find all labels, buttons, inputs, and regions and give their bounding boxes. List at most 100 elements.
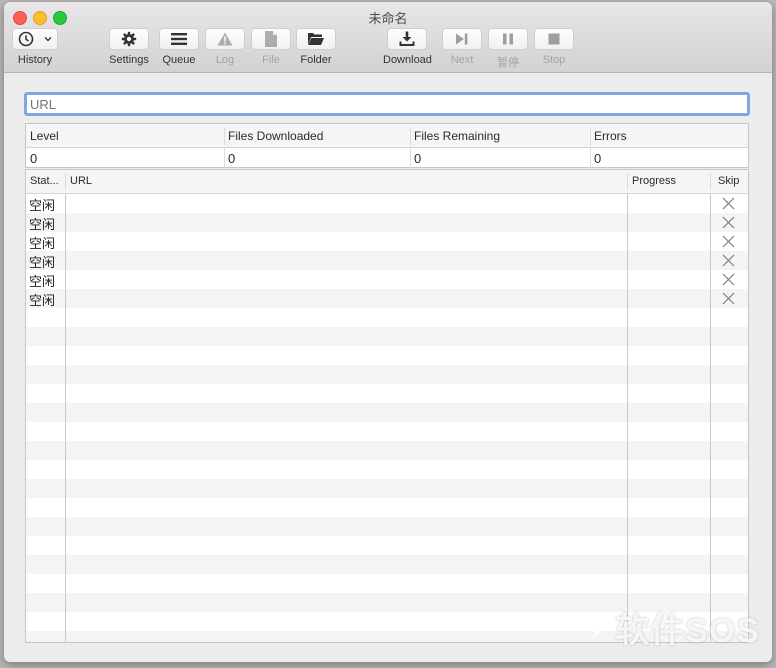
status-cell: 空闲 bbox=[29, 255, 56, 270]
stop-button[interactable] bbox=[534, 28, 574, 50]
folder-button[interactable] bbox=[296, 28, 336, 50]
empty-row bbox=[26, 327, 748, 346]
status-cell: 空闲 bbox=[29, 293, 56, 308]
log-label: Log bbox=[215, 54, 235, 66]
file-label: File bbox=[262, 54, 280, 66]
download-icon bbox=[399, 31, 415, 46]
skip-close-icon[interactable] bbox=[722, 197, 735, 210]
column-divider bbox=[224, 148, 225, 168]
empty-row bbox=[26, 346, 748, 365]
empty-row bbox=[26, 574, 748, 593]
status-cell: 空闲 bbox=[29, 217, 56, 232]
stop-icon bbox=[548, 33, 560, 45]
stats-header-level: Level bbox=[30, 129, 59, 143]
queue-table-header: Stat... URL Progress Skip bbox=[26, 170, 748, 194]
window-title: 未命名 bbox=[368, 11, 408, 26]
column-divider bbox=[590, 127, 591, 145]
empty-row bbox=[26, 441, 748, 460]
toolbar-settings[interactable]: Settings bbox=[109, 28, 149, 66]
list-icon bbox=[171, 33, 187, 45]
column-header-skip[interactable]: Skip bbox=[714, 175, 739, 187]
next-button[interactable] bbox=[442, 28, 482, 50]
stats-value-files-remaining: 0 bbox=[414, 151, 422, 166]
table-row[interactable]: 空闲 bbox=[26, 251, 748, 270]
column-divider bbox=[627, 194, 628, 642]
empty-row bbox=[26, 555, 748, 574]
column-header-url[interactable]: URL bbox=[66, 175, 92, 187]
column-divider bbox=[627, 173, 628, 190]
toolbar-history[interactable]: History bbox=[12, 28, 58, 66]
skip-close-icon[interactable] bbox=[722, 235, 735, 248]
toolbar-next[interactable]: Next bbox=[442, 28, 482, 66]
watermark-text: 软件SOS bbox=[615, 612, 760, 650]
table-row[interactable]: 空闲 bbox=[26, 213, 748, 232]
stats-table: Level Files Downloaded Files Remaining E… bbox=[25, 123, 749, 168]
empty-row bbox=[26, 460, 748, 479]
watermark: 软件SOS bbox=[581, 603, 760, 652]
history-button[interactable] bbox=[12, 28, 58, 50]
status-cell: 空闲 bbox=[29, 236, 56, 251]
settings-button[interactable] bbox=[109, 28, 149, 50]
pause-button[interactable] bbox=[488, 28, 528, 50]
titlebar: 未命名 History Settings Queue Log File Fold… bbox=[4, 2, 772, 73]
url-input[interactable] bbox=[24, 92, 750, 116]
empty-row bbox=[26, 536, 748, 555]
download-label: Download bbox=[383, 54, 432, 66]
empty-row bbox=[26, 422, 748, 441]
log-button[interactable] bbox=[205, 28, 245, 50]
status-cell: 空闲 bbox=[29, 198, 56, 213]
gear-icon bbox=[121, 31, 137, 47]
toolbar-queue[interactable]: Queue bbox=[159, 28, 199, 66]
clock-icon bbox=[18, 31, 34, 47]
queue-label: Queue bbox=[162, 54, 196, 66]
skip-forward-icon bbox=[456, 33, 468, 45]
stats-header bbox=[26, 124, 748, 148]
queue-button[interactable] bbox=[159, 28, 199, 50]
stats-header-files-remaining: Files Remaining bbox=[414, 129, 501, 143]
file-button[interactable] bbox=[251, 28, 291, 50]
column-header-status[interactable]: Stat... bbox=[26, 175, 59, 187]
status-cell: 空闲 bbox=[29, 274, 56, 289]
column-divider bbox=[65, 173, 66, 190]
toolbar-file[interactable]: File bbox=[251, 28, 291, 66]
app-window: 未命名 History Settings Queue Log File Fold… bbox=[4, 2, 772, 662]
download-button[interactable] bbox=[387, 28, 428, 50]
table-row[interactable]: 空闲 bbox=[26, 232, 748, 251]
column-divider bbox=[65, 194, 66, 642]
document-icon bbox=[265, 31, 277, 47]
toolbar-folder[interactable]: Folder bbox=[296, 28, 336, 66]
table-row[interactable]: 空闲 bbox=[26, 289, 748, 308]
empty-row bbox=[26, 384, 748, 403]
column-divider bbox=[410, 127, 411, 145]
empty-row bbox=[26, 308, 748, 327]
empty-row bbox=[26, 403, 748, 422]
column-divider bbox=[224, 127, 225, 145]
column-divider bbox=[710, 194, 711, 642]
stats-header-errors: Errors bbox=[594, 129, 627, 143]
column-divider bbox=[410, 148, 411, 168]
next-label: Next bbox=[450, 54, 474, 66]
toolbar-pause[interactable]: 暂停 bbox=[488, 28, 528, 70]
stop-label: Stop bbox=[542, 54, 566, 66]
skip-close-icon[interactable] bbox=[722, 273, 735, 286]
table-row[interactable]: 空闲 bbox=[26, 270, 748, 289]
stats-value-files-downloaded: 0 bbox=[228, 151, 236, 166]
toolbar-stop[interactable]: Stop bbox=[534, 28, 574, 66]
empty-row bbox=[26, 498, 748, 517]
logo-icon bbox=[587, 619, 601, 639]
skip-close-icon[interactable] bbox=[722, 292, 735, 305]
queue-table-body: 空闲 空闲 空闲 空闲 空闲 空闲 bbox=[26, 194, 748, 642]
warning-icon bbox=[217, 32, 233, 46]
toolbar-download[interactable]: Download bbox=[383, 28, 432, 66]
table-row[interactable]: 空闲 bbox=[26, 194, 748, 213]
history-label: History bbox=[17, 54, 53, 66]
skip-close-icon[interactable] bbox=[722, 216, 735, 229]
column-header-progress[interactable]: Progress bbox=[628, 175, 676, 187]
stats-value-errors: 0 bbox=[594, 151, 602, 166]
settings-label: Settings bbox=[109, 54, 149, 66]
queue-table: Stat... URL Progress Skip 空闲 空闲 空闲 空闲 空闲 空闲 bbox=[25, 169, 749, 643]
skip-close-icon[interactable] bbox=[722, 254, 735, 267]
folder-label: Folder bbox=[300, 54, 332, 66]
toolbar-log[interactable]: Log bbox=[205, 28, 245, 66]
empty-row bbox=[26, 365, 748, 384]
